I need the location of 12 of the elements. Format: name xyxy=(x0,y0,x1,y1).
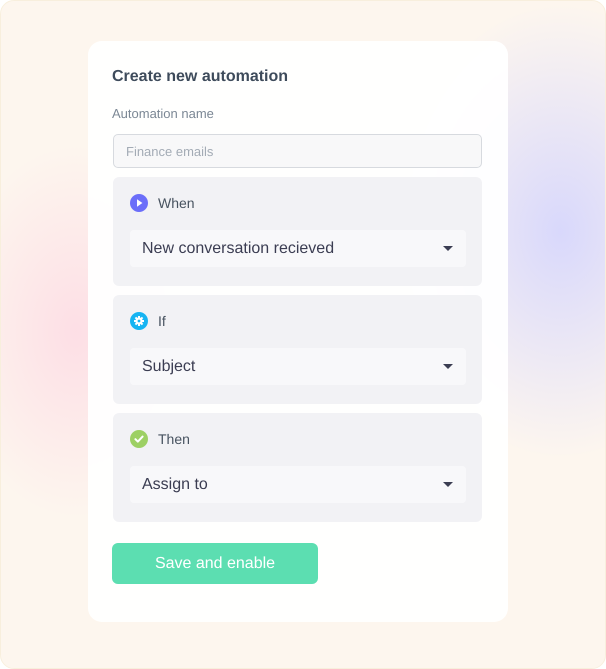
dropdown[interactable]: Assign to xyxy=(130,466,466,503)
form-title: Create new automation xyxy=(112,67,288,87)
step-label: Then xyxy=(158,430,190,448)
dropdown[interactable]: New conversation recieved xyxy=(130,230,466,267)
field-label: Automation name xyxy=(112,106,214,122)
caret-icon xyxy=(443,482,453,487)
name-input[interactable]: Finance emails xyxy=(113,134,482,168)
caret-icon xyxy=(443,364,453,369)
caret-icon xyxy=(443,246,453,251)
dropdown[interactable]: Subject xyxy=(130,348,466,385)
step-label: If xyxy=(158,312,166,330)
step-label: When xyxy=(158,194,195,212)
